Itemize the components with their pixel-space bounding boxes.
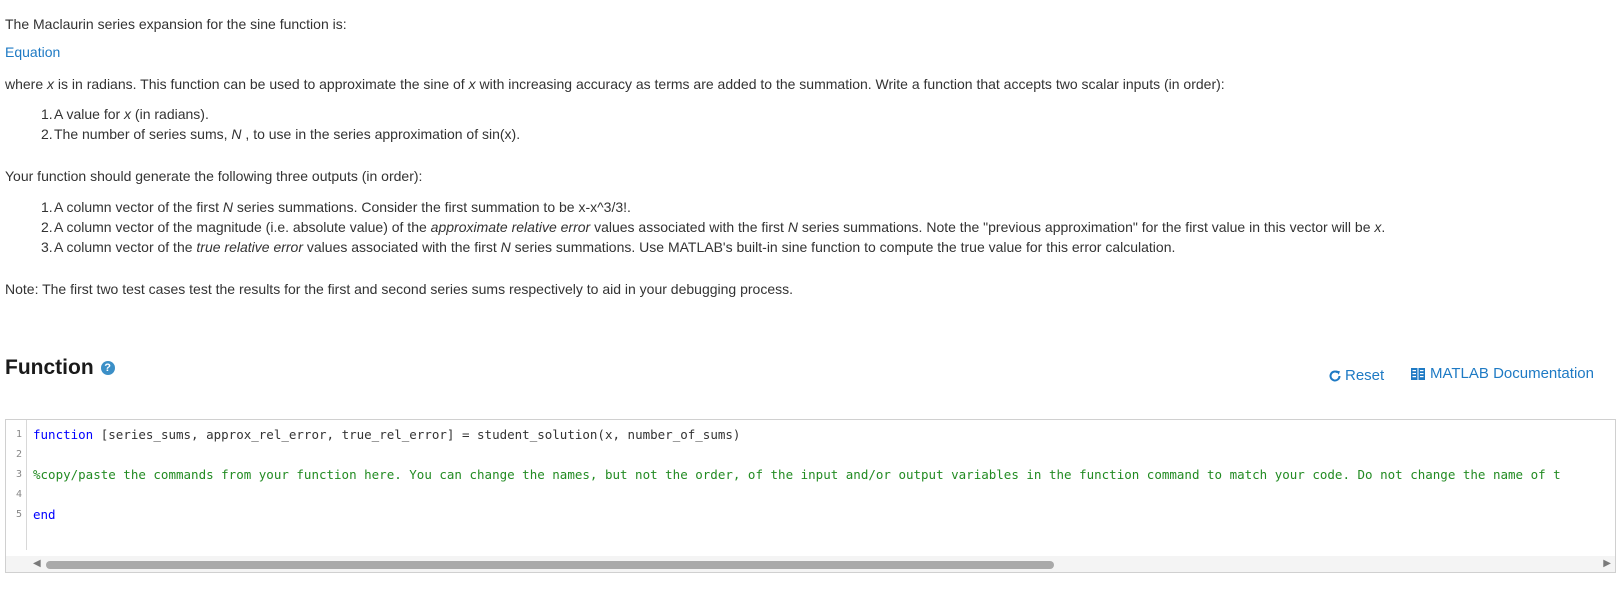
list-item: 2. The number of series sums, N , to use … xyxy=(41,126,521,142)
description-text: where x is in radians. This function can… xyxy=(5,76,1225,92)
reset-icon xyxy=(1329,370,1341,382)
line-number: 3 xyxy=(15,469,22,480)
note-text: Note: The first two test cases test the … xyxy=(5,281,794,297)
reset-button[interactable]: Reset xyxy=(1328,367,1384,384)
scroll-left-icon[interactable]: ◀ xyxy=(33,558,41,569)
function-heading: Function ? xyxy=(5,356,115,380)
outputs-intro-text: Your function should generate the follow… xyxy=(5,168,423,184)
list-item: 2. A column vector of the magnitude (i.e.… xyxy=(41,219,1386,235)
scroll-right-icon[interactable]: ▶ xyxy=(1603,558,1611,569)
line-number: 2 xyxy=(15,449,22,460)
reset-label: Reset xyxy=(1345,367,1385,384)
code-line[interactable]: 1 function [series_sums, approx_rel_erro… xyxy=(6,425,1615,445)
outputs-list: 1. A column vector of the first N series … xyxy=(5,197,1385,257)
function-title: Function xyxy=(5,356,94,379)
code-line[interactable]: 4 xyxy=(6,485,1615,505)
scrollbar-thumb[interactable] xyxy=(46,561,1054,569)
code-editor[interactable]: 1 function [series_sums, approx_rel_erro… xyxy=(5,419,1616,573)
matlab-documentation-label: MATLAB Documentation xyxy=(1430,365,1594,382)
list-item: 1. A value for x (in radians). xyxy=(41,106,209,122)
matlab-documentation-link[interactable]: MATLAB Documentation xyxy=(1410,365,1594,382)
inputs-list: 1. A value for x (in radians). 2. The numb… xyxy=(5,104,520,144)
help-icon[interactable]: ? xyxy=(100,361,115,375)
line-number: 5 xyxy=(15,509,22,520)
line-number: 4 xyxy=(15,489,22,500)
code-comment: %copy/paste the commands from your funct… xyxy=(33,467,1561,482)
code-line[interactable]: 2 xyxy=(6,445,1615,465)
horizontal-scrollbar[interactable]: ◀ ▶ xyxy=(6,556,1615,572)
list-item: 1. A column vector of the first N series … xyxy=(41,199,631,215)
line-number: 1 xyxy=(15,429,22,440)
equation-link[interactable]: Equation xyxy=(5,44,60,60)
intro-text: The Maclaurin series expansion for the s… xyxy=(5,16,347,32)
keyword: function xyxy=(33,427,94,442)
keyword: end xyxy=(33,507,56,522)
book-icon xyxy=(1411,367,1425,380)
list-item: 3. A column vector of the true relative e… xyxy=(41,239,1176,255)
code-line[interactable]: 5 end xyxy=(6,505,1615,525)
code-line[interactable]: 3 %copy/paste the commands from your fun… xyxy=(6,465,1615,485)
